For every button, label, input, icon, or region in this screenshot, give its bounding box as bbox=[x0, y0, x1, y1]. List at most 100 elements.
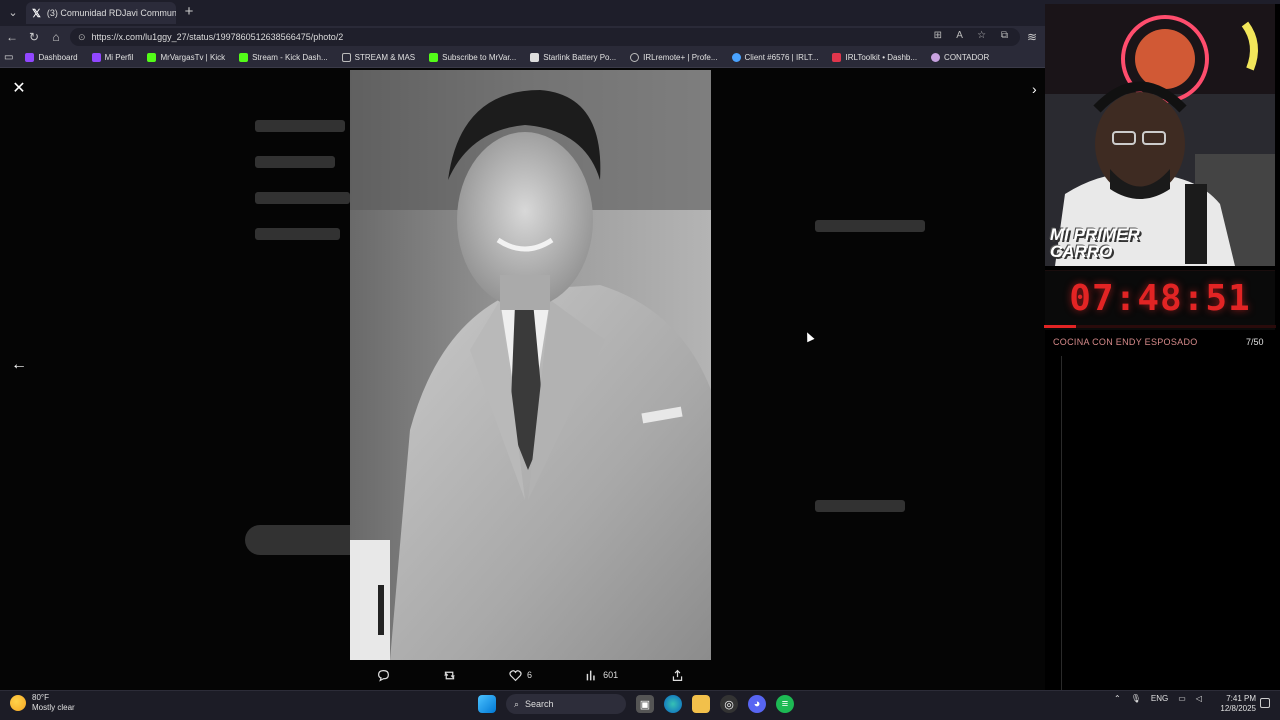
like-count: 6 bbox=[526, 670, 532, 680]
file-explorer-icon[interactable] bbox=[692, 695, 710, 713]
taskbar-search[interactable]: ⌕ Search bbox=[506, 694, 626, 714]
share-icon bbox=[673, 669, 683, 681]
bookmark-item[interactable]: IRLremote+ | Profe... bbox=[630, 53, 718, 62]
bookmark-label: IRLToolkit • Dashb... bbox=[845, 53, 918, 62]
globe-icon bbox=[630, 53, 640, 62]
tray-overflow-chevron-icon[interactable]: ⌃ bbox=[1114, 694, 1121, 703]
bookmark-label: Client #6576 | IRLT... bbox=[744, 53, 819, 62]
clock-time: 7:41 PM bbox=[1226, 694, 1256, 703]
language-indicator[interactable]: ENG bbox=[1151, 694, 1168, 703]
bookmark-item[interactable]: IRLToolkit • Dashb... bbox=[832, 53, 917, 62]
spotify-icon[interactable]: ≡ bbox=[776, 695, 794, 713]
taskbar-clock[interactable]: 7:41 PM 12/8/2025 bbox=[1216, 694, 1256, 714]
previous-photo-arrow-icon[interactable]: ← bbox=[10, 356, 28, 374]
cloud-icon bbox=[731, 53, 741, 62]
bookmark-label: Subscribe to MrVar... bbox=[442, 53, 517, 62]
ghost-block bbox=[815, 500, 905, 512]
bookmarks-bar: ▭ Dashboard Mi Perfil MrVargasTv | Kick … bbox=[0, 48, 1045, 68]
tab-list-chevron-icon[interactable]: ⌄ bbox=[4, 4, 22, 22]
bookmarks-menu-icon[interactable]: ▭ bbox=[4, 52, 13, 63]
tab-title: (3) Comunidad RDJavi Community bbox=[46, 8, 176, 18]
discord-icon[interactable]: ◕ bbox=[748, 695, 766, 713]
bookmark-favicon-icon bbox=[91, 53, 101, 62]
url-text: https://x.com/lu1ggy_27/status/199786051… bbox=[91, 32, 344, 42]
navigation-bar: ← ↻ ⌂ ⊙ https://x.com/lu1ggy_27/status/1… bbox=[0, 26, 1045, 48]
bookmark-label: Mi Perfil bbox=[104, 53, 134, 62]
bookmark-favicon-icon bbox=[832, 53, 842, 62]
site-info-icon[interactable]: ⊙ bbox=[78, 32, 86, 43]
bookmark-label: STREAM & MAS bbox=[354, 53, 416, 62]
ghost-block bbox=[255, 228, 340, 240]
home-icon[interactable]: ⌂ bbox=[48, 29, 64, 45]
post-photo bbox=[350, 70, 711, 660]
bookmark-item[interactable]: CONTADOR bbox=[931, 53, 989, 62]
weather-moon-icon bbox=[10, 695, 26, 711]
folder-icon bbox=[341, 53, 351, 62]
bookmark-item[interactable]: Dashboard bbox=[25, 53, 78, 62]
bookmark-folder[interactable]: STREAM & MAS bbox=[341, 53, 416, 62]
obs-icon[interactable]: ◎ bbox=[720, 695, 738, 713]
edge-browser-icon[interactable] bbox=[664, 695, 682, 713]
tab-active[interactable]: 𝕏 (3) Comunidad RDJavi Community × bbox=[26, 2, 176, 24]
windows-start-icon[interactable] bbox=[478, 695, 496, 713]
ghost-block bbox=[255, 120, 345, 132]
views-button[interactable]: 601 bbox=[585, 669, 618, 682]
ghost-block bbox=[255, 192, 350, 204]
copilot-icon[interactable]: ≋ bbox=[1024, 29, 1040, 45]
address-bar-actions-icon[interactable]: ⊞ A ☆ ⧉ bbox=[934, 30, 1014, 41]
ghost-block bbox=[245, 525, 365, 555]
bookmark-item[interactable]: MrVargasTv | Kick bbox=[147, 53, 225, 62]
clock-date: 12/8/2025 bbox=[1220, 704, 1256, 713]
ghost-block bbox=[255, 156, 335, 168]
close-icon[interactable]: ✕ bbox=[10, 80, 28, 98]
banner-line-1: MI PRIMER bbox=[1050, 225, 1140, 244]
banner-line-2: CARRO bbox=[1050, 242, 1113, 261]
bookmark-favicon-icon bbox=[931, 53, 941, 62]
bookmark-item[interactable]: Subscribe to MrVar... bbox=[429, 53, 516, 62]
volume-icon[interactable]: ◁ bbox=[1196, 694, 1202, 703]
stream-banner: MI PRIMER CARRO bbox=[1050, 226, 1190, 260]
goal-label: COCINA CON ENDY ESPOSADO bbox=[1053, 337, 1198, 347]
view-count: 601 bbox=[603, 670, 619, 680]
microphone-icon[interactable]: 🎙 bbox=[1131, 694, 1141, 703]
bookmark-label: Starlink Battery Po... bbox=[543, 53, 617, 62]
bookmark-item[interactable]: Stream - Kick Dash... bbox=[239, 53, 328, 62]
bookmark-item[interactable]: Client #6576 | IRLT... bbox=[731, 53, 819, 62]
network-icon[interactable]: ▭ bbox=[1178, 694, 1186, 703]
like-button[interactable]: 6 bbox=[509, 669, 532, 682]
weather-temp: 80°F bbox=[32, 693, 49, 702]
ghost-block bbox=[815, 220, 925, 232]
search-icon: ⌕ bbox=[514, 698, 520, 709]
new-tab-button[interactable]: + bbox=[180, 3, 198, 21]
notifications-icon[interactable] bbox=[1260, 698, 1270, 708]
goal-progress-fill bbox=[1044, 325, 1077, 328]
bookmark-label: Dashboard bbox=[38, 53, 78, 62]
taskbar-apps: ⌕ Search ▣ ◎ ◕ ≡ bbox=[478, 694, 794, 714]
bookmark-label: CONTADOR bbox=[944, 53, 990, 62]
back-arrow-icon[interactable]: ← bbox=[4, 29, 20, 45]
collapse-sidebar-icon[interactable]: › bbox=[1032, 80, 1046, 98]
stream-timer: 07:48:51 bbox=[1069, 278, 1251, 319]
bookmark-item[interactable]: Mi Perfil bbox=[91, 53, 134, 62]
task-view-icon[interactable]: ▣ bbox=[636, 695, 654, 713]
bookmark-item[interactable]: Starlink Battery Po... bbox=[530, 53, 616, 62]
divider bbox=[1061, 356, 1062, 690]
views-chart-icon bbox=[586, 670, 595, 680]
portrait-photo-image bbox=[350, 70, 711, 660]
search-label: Search bbox=[525, 699, 554, 709]
repost-button[interactable] bbox=[443, 669, 456, 682]
address-bar[interactable]: ⊙ https://x.com/lu1ggy_27/status/1997860… bbox=[70, 28, 1020, 46]
reload-icon[interactable]: ↻ bbox=[26, 29, 42, 45]
system-tray: ⌃ 🎙 ENG ▭ ◁ bbox=[1114, 694, 1202, 703]
weather-widget[interactable]: 80°F Mostly clear bbox=[10, 693, 75, 713]
goal-progress-track bbox=[1044, 325, 1276, 328]
reply-icon bbox=[377, 669, 389, 682]
post-actions-bar: 6 601 bbox=[350, 662, 711, 688]
weather-condition: Mostly clear bbox=[32, 703, 75, 712]
bookmark-favicon-icon bbox=[530, 53, 540, 62]
bookmark-label: IRLremote+ | Profe... bbox=[643, 53, 718, 62]
reply-button[interactable] bbox=[377, 669, 390, 682]
bookmark-favicon-icon bbox=[147, 53, 157, 62]
bookmark-label: MrVargasTv | Kick bbox=[160, 53, 226, 62]
share-button[interactable] bbox=[671, 669, 684, 682]
